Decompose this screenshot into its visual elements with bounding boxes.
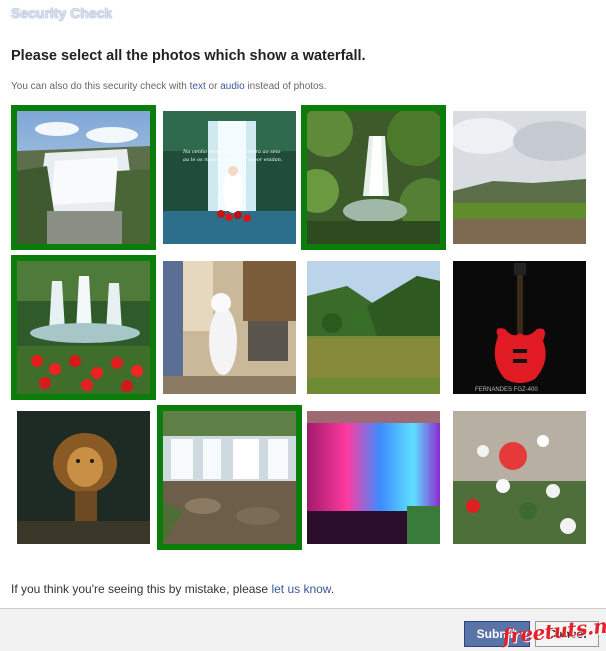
photo-tile-forest-waterfall[interactable] [301,105,446,250]
overlay-script-line-1: Na cenho tenho que o fizibeira ao seio [182,149,280,155]
cat-kitchen-photo [163,261,296,394]
cancel-button[interactable]: Cancel [535,621,599,647]
photo-tile-red-guitar[interactable]: FERNANDES FGZ-400 [447,255,592,400]
photo-tile-lit-waterfall[interactable] [301,405,446,550]
fountain-flowers-photo [17,261,150,394]
photo-tile-waterfall-canyon[interactable] [11,105,156,250]
photo-tile-lake-hills[interactable] [301,255,446,400]
photo-tile-tiered-waterfall[interactable] [157,405,302,550]
grass-field-photo [453,111,586,244]
submit-button[interactable]: Submit [464,621,530,647]
waterfall-canyon-photo [17,111,150,244]
tiered-waterfall-photo [163,411,296,544]
report-mistake-text: If you think you're seeing this by mista… [11,582,335,596]
photo-tile-fountain-flowers[interactable] [11,255,156,400]
flowers-photo [453,411,586,544]
guitar-caption: FERNANDES FGZ-400 [475,387,538,393]
lit-waterfall-photo [307,411,440,544]
red-guitar-photo: FERNANDES FGZ-400 [453,261,586,394]
photo-tile-grass-field[interactable] [447,105,592,250]
let-us-know-link[interactable]: let us know [271,582,330,596]
photo-grid: Na cenho tenho que o fizibeira ao seio a… [0,0,606,560]
lake-hills-photo [307,261,440,394]
photo-tile-lion[interactable] [11,405,156,550]
photo-tile-cat-kitchen[interactable] [157,255,302,400]
photo-tile-waterfall-bride-art[interactable]: Na cenho tenho que o fizibeira ao seio a… [157,105,302,250]
waterfall-bride-art-photo: Na cenho tenho que o fizibeira ao seio a… [163,111,296,244]
photo-tile-flowers[interactable] [447,405,592,550]
forest-waterfall-photo [307,111,440,244]
lion-photo [17,411,150,544]
overlay-script-line-2: au le os minses raihar, of sabor enidan. [183,157,283,163]
dialog-footer: Submit Cancel [0,608,606,651]
